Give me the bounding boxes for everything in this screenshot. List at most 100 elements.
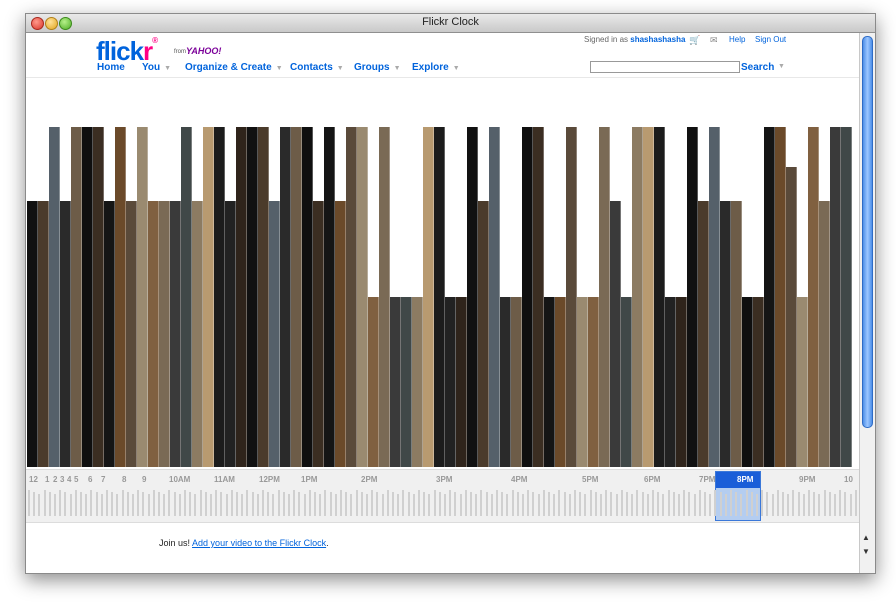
timeline-label[interactable]: 9PM — [799, 475, 815, 484]
video-strip[interactable] — [148, 201, 159, 467]
video-strip[interactable] — [445, 297, 456, 467]
timeline-label[interactable]: 6 — [88, 475, 92, 484]
video-strip[interactable] — [258, 127, 269, 467]
video-strip[interactable] — [456, 297, 467, 467]
video-strip[interactable] — [423, 127, 434, 467]
video-strip[interactable] — [236, 127, 247, 467]
video-strip[interactable] — [775, 127, 786, 467]
video-strip[interactable] — [720, 201, 731, 467]
video-strip[interactable] — [170, 201, 181, 467]
timeline-label[interactable]: 10AM — [169, 475, 190, 484]
timeline-label[interactable]: 4 — [67, 475, 71, 484]
video-strip[interactable] — [764, 127, 775, 467]
timeline-label[interactable]: 1 — [45, 475, 49, 484]
timeline-label[interactable]: 5 — [74, 475, 78, 484]
video-strip[interactable] — [478, 201, 489, 467]
timeline-label[interactable]: 4PM — [511, 475, 527, 484]
video-strip[interactable] — [830, 127, 841, 467]
video-strip[interactable] — [137, 127, 148, 467]
video-strip[interactable] — [27, 201, 38, 467]
video-strip[interactable] — [38, 201, 49, 467]
video-strip[interactable] — [544, 297, 555, 467]
timeline-label[interactable]: 9 — [142, 475, 146, 484]
video-strip[interactable] — [82, 127, 93, 467]
timeline-label[interactable]: 2PM — [361, 475, 377, 484]
video-strip[interactable] — [214, 127, 225, 467]
video-strip[interactable] — [115, 127, 126, 467]
video-strip[interactable] — [632, 127, 643, 467]
video-strip[interactable] — [555, 297, 566, 467]
timeline-label[interactable]: 8PM — [737, 475, 753, 484]
video-strip[interactable] — [104, 201, 115, 467]
video-strip[interactable] — [522, 127, 533, 467]
timeline-label[interactable]: 1PM — [301, 475, 317, 484]
video-strip[interactable] — [511, 297, 522, 467]
timeline-label[interactable]: 7PM — [699, 475, 715, 484]
video-strip[interactable] — [786, 167, 797, 467]
add-video-link[interactable]: Add your video to the Flickr Clock — [192, 538, 326, 548]
video-strip[interactable] — [500, 297, 511, 467]
video-strip[interactable] — [93, 127, 104, 467]
video-strip[interactable] — [753, 297, 764, 467]
video-strip[interactable] — [412, 297, 423, 467]
video-strip[interactable] — [49, 127, 60, 467]
video-strip[interactable] — [654, 127, 665, 467]
scrollbar[interactable]: ▲ ▼ — [859, 33, 875, 573]
video-strip[interactable] — [159, 201, 170, 467]
video-strip[interactable] — [126, 201, 137, 467]
video-strip[interactable] — [676, 297, 687, 467]
video-strip[interactable] — [742, 297, 753, 467]
video-strip[interactable] — [489, 127, 500, 467]
timeline-label[interactable]: 3PM — [436, 475, 452, 484]
video-strip[interactable] — [324, 127, 335, 467]
video-strip[interactable] — [577, 297, 588, 467]
video-strip[interactable] — [621, 297, 632, 467]
video-strip[interactable] — [731, 201, 742, 467]
video-strip[interactable] — [665, 297, 676, 467]
video-strip[interactable] — [335, 201, 346, 467]
video-strip[interactable] — [533, 127, 544, 467]
video-strip[interactable] — [60, 201, 71, 467]
video-strip[interactable] — [687, 127, 698, 467]
scroll-down-icon[interactable]: ▼ — [862, 547, 870, 556]
video-strip[interactable] — [291, 127, 302, 467]
video-strip[interactable] — [313, 201, 324, 467]
timeline-label[interactable]: 12PM — [259, 475, 280, 484]
clock-timeline[interactable]: 12 1 2 3 4 5 6 7 8 9 10AM 11AM 12PM 1PM 2PM 3PM 4PM 5PM 6P… — [26, 469, 860, 523]
timeline-label[interactable]: 8 — [122, 475, 126, 484]
timeline-label[interactable]: 5PM — [582, 475, 598, 484]
video-strip[interactable] — [225, 201, 236, 467]
timeline-label[interactable]: 10 — [844, 475, 853, 484]
video-strip[interactable] — [71, 127, 82, 467]
video-strip[interactable] — [819, 201, 830, 467]
video-strip[interactable] — [566, 127, 577, 467]
video-strip[interactable] — [808, 127, 819, 467]
scroll-thumb[interactable] — [862, 36, 873, 428]
video-strip[interactable] — [390, 297, 401, 467]
video-strip[interactable] — [280, 127, 291, 467]
timeline-label[interactable]: 2 — [53, 475, 57, 484]
video-strip[interactable] — [797, 297, 808, 467]
video-strip[interactable] — [181, 127, 192, 467]
video-strip[interactable] — [346, 127, 357, 467]
video-strip[interactable] — [203, 127, 214, 467]
video-strip[interactable] — [192, 201, 203, 467]
video-strip[interactable] — [368, 297, 379, 467]
video-strip[interactable] — [302, 127, 313, 467]
video-strip[interactable] — [709, 127, 720, 467]
timeline-label[interactable]: 12 — [29, 475, 38, 484]
video-strip[interactable] — [467, 127, 478, 467]
video-strip[interactable] — [434, 127, 445, 467]
video-strip[interactable] — [588, 297, 599, 467]
timeline-label[interactable]: 6PM — [644, 475, 660, 484]
video-strip[interactable] — [379, 127, 390, 467]
video-strip[interactable] — [599, 127, 610, 467]
video-strip[interactable] — [643, 127, 654, 467]
video-strip[interactable] — [841, 127, 852, 467]
timeline-label[interactable]: 7 — [101, 475, 105, 484]
video-strip[interactable] — [247, 127, 258, 467]
video-strip[interactable] — [401, 297, 412, 467]
timeline-label[interactable]: 3 — [60, 475, 64, 484]
timeline-label[interactable]: 11AM — [214, 475, 235, 484]
video-strip[interactable] — [357, 127, 368, 467]
